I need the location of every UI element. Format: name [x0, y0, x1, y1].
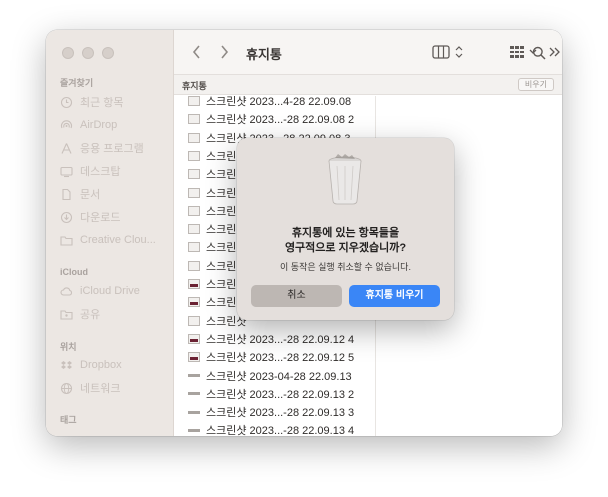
airdrop-icon: [60, 119, 73, 132]
file-thumbnail-icon: [188, 279, 200, 289]
file-thumbnail-icon: [188, 410, 200, 414]
clock-icon: [60, 96, 73, 109]
file-thumbnail-icon: [188, 242, 200, 253]
network-icon: [60, 382, 73, 395]
dropbox-icon: [60, 359, 73, 372]
window-controls: [62, 47, 114, 59]
dialog-title-line-1: 휴지통에 있는 항목들을: [291, 227, 400, 239]
empty-trash-dialog: 휴지통에 있는 항목들을 영구적으로 지우겠습니까? 이 동작은 실행 취소할 …: [237, 138, 454, 320]
back-button[interactable]: [188, 42, 204, 62]
path-bar: 휴지통 비우기: [174, 75, 562, 95]
folder-icon: [60, 234, 73, 247]
file-name: 스크린샷 2023...-28 22.09.13 3: [206, 407, 355, 420]
search-button[interactable]: [530, 44, 548, 62]
file-thumbnail-icon: [188, 333, 200, 344]
sidebar-item-icloud-drive[interactable]: iCloud Drive: [60, 282, 140, 300]
confirm-empty-trash-button[interactable]: 휴지통 비우기: [349, 285, 440, 307]
sidebar-item-label: Dropbox: [80, 359, 122, 371]
more-toolbar-button[interactable]: [548, 42, 562, 62]
path-label: 휴지통: [182, 81, 207, 91]
chevron-right-icon: [220, 45, 228, 59]
file-thumbnail-icon: [188, 169, 200, 180]
toolbar: 휴지통: [174, 30, 562, 75]
file-row[interactable]: 스크린샷 2023-04-28 22.09.13: [188, 367, 352, 385]
file-thumbnail-icon: [188, 114, 200, 125]
sidebar-item-label: 최근 항목: [80, 97, 124, 109]
file-thumbnail-icon: [188, 374, 200, 377]
view-mode-button[interactable]: [432, 42, 466, 62]
close-window-button[interactable]: [62, 47, 74, 59]
file-thumbnail-icon: [188, 315, 200, 326]
file-thumbnail-icon: [188, 132, 200, 143]
sidebar-item-airdrop[interactable]: AirDrop: [60, 116, 117, 134]
minimize-window-button[interactable]: [82, 47, 94, 59]
cancel-button[interactable]: 취소: [251, 285, 342, 307]
sidebar-item-network[interactable]: 네트워크: [60, 379, 120, 397]
sidebar-item-shared[interactable]: 공유: [60, 305, 100, 323]
file-thumbnail-icon: [188, 96, 200, 106]
icloud-header: iCloud: [60, 267, 88, 277]
sidebar-item-label: 공유: [80, 309, 101, 321]
file-name: 스크린샷 2023...-28 22.09.12 4: [206, 333, 355, 346]
double-chevron-icon: [549, 47, 560, 57]
file-row[interactable]: 스크린샷 2023...-28 22.09.13 2: [188, 385, 354, 403]
file-thumbnail-icon: [188, 352, 200, 363]
sidebar-item-label: iCloud Drive: [80, 285, 140, 297]
trash-icon: [328, 154, 362, 205]
dialog-message: 이 동작은 실행 취소할 수 없습니다.: [280, 262, 411, 272]
file-name: 스크린샷 2023...-28 22.09.12 5: [206, 352, 355, 365]
locations-header: 위치: [60, 342, 77, 352]
file-thumbnail-icon: [188, 260, 200, 271]
file-row[interactable]: 스크린샷 2023...-28 22.09.13 4: [188, 421, 354, 436]
chevron-left-icon: [192, 45, 200, 59]
desktop-icon: [60, 165, 73, 178]
file-thumbnail-icon: [188, 187, 200, 198]
file-row[interactable]: 스크린샷 2023...-28 22.09.08 2: [188, 110, 354, 128]
file-name: 스크린샷 2023...4-28 22.09.08: [206, 96, 352, 108]
document-icon: [60, 188, 73, 201]
file-name: 스크린샷 2023-04-28 22.09.13: [206, 370, 352, 383]
applications-icon: [60, 142, 73, 155]
columns-icon: [432, 45, 463, 59]
file-name: 스크린샷 2023...-28 22.09.13 4: [206, 425, 355, 436]
file-thumbnail-icon: [188, 297, 200, 308]
file-thumbnail-icon: [188, 224, 200, 235]
file-row[interactable]: 스크린샷 2023...-28 22.09.13 3: [188, 403, 354, 421]
sidebar: 즐겨찾기 최근 항목 AirDrop 응용 프로그램 데스크탑 문서 다운로드 …: [46, 30, 174, 436]
sidebar-item-documents[interactable]: 문서: [60, 185, 100, 203]
sidebar-item-recents[interactable]: 최근 항목: [60, 93, 124, 111]
sidebar-item-label: 응용 프로그램: [80, 143, 144, 155]
sidebar-item-label: 데스크탑: [80, 166, 121, 178]
sidebar-item-applications[interactable]: 응용 프로그램: [60, 139, 144, 157]
sidebar-item-label: 문서: [80, 189, 101, 201]
file-thumbnail-icon: [188, 205, 200, 216]
favorites-header: 즐겨찾기: [60, 78, 94, 88]
forward-button[interactable]: [216, 42, 232, 62]
empty-trash-button[interactable]: 비우기: [517, 78, 554, 91]
window-title: 휴지통: [246, 47, 282, 62]
sidebar-item-desktop[interactable]: 데스크탑: [60, 162, 120, 180]
download-icon: [60, 211, 73, 224]
file-thumbnail-icon: [188, 392, 200, 396]
sidebar-item-label: 네트워크: [80, 383, 121, 395]
zoom-window-button[interactable]: [102, 47, 114, 59]
file-name: 스크린샷 2023...-28 22.09.13 2: [206, 388, 355, 401]
sidebar-item-dropbox[interactable]: Dropbox: [60, 356, 122, 374]
file-name: 스크린샷 2023...-28 22.09.08 2: [206, 114, 355, 127]
file-thumbnail-icon: [188, 150, 200, 161]
dialog-title-line-2: 영구적으로 지우겠습니까?: [284, 242, 407, 254]
sidebar-item-label: Creative Clou...: [80, 234, 156, 246]
shared-folder-icon: [60, 308, 73, 321]
search-icon: [532, 46, 546, 60]
tags-header: 태그: [60, 415, 77, 425]
sidebar-item-creative-cloud[interactable]: Creative Clou...: [60, 231, 156, 249]
sidebar-item-downloads[interactable]: 다운로드: [60, 208, 120, 226]
file-row[interactable]: 스크린샷 2023...-28 22.09.12 5: [188, 348, 354, 366]
sidebar-item-label: 다운로드: [80, 212, 121, 224]
file-row[interactable]: 스크린샷 2023...4-28 22.09.08: [188, 96, 351, 110]
sidebar-item-label: AirDrop: [80, 119, 118, 131]
file-row[interactable]: 스크린샷 2023...-28 22.09.12 4: [188, 330, 354, 348]
cloud-icon: [60, 285, 73, 298]
file-thumbnail-icon: [188, 428, 200, 432]
